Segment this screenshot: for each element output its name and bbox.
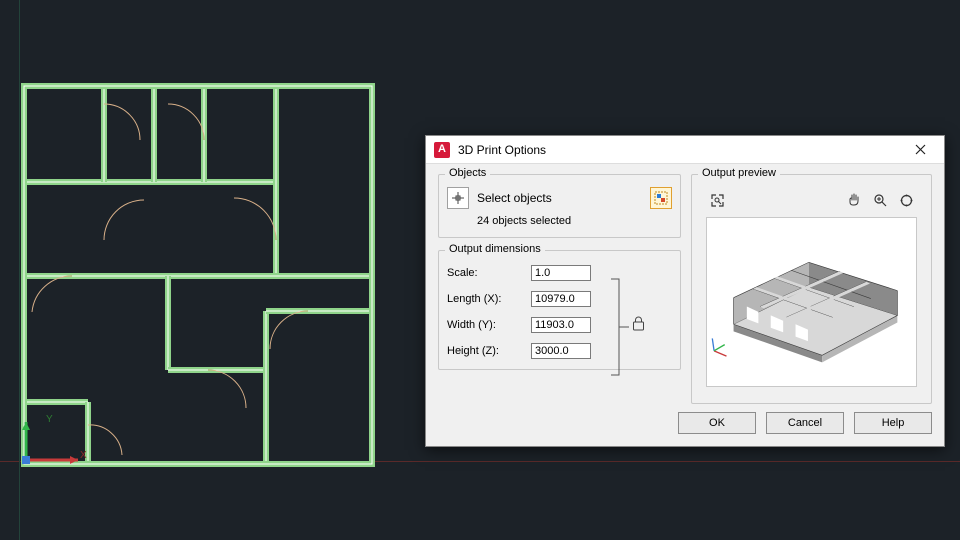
dimensions-lock-button[interactable] [631, 315, 646, 334]
selection-count: 24 objects selected [477, 215, 672, 227]
ucs-origin-gizmo: X Y [18, 418, 98, 481]
ok-button[interactable]: OK [678, 412, 756, 434]
ucs-x-label: X [80, 450, 87, 461]
length-input[interactable] [531, 291, 591, 307]
quick-select-button[interactable] [650, 187, 672, 209]
width-input[interactable] [531, 317, 591, 333]
dialog-title: 3D Print Options [458, 143, 546, 157]
height-input[interactable] [531, 343, 591, 359]
output-preview-title: Output preview [698, 167, 780, 179]
pan-button[interactable] [843, 189, 865, 211]
width-label: Width (Y): [447, 319, 531, 331]
dialog-titlebar[interactable]: A 3D Print Options [426, 136, 944, 164]
output-preview-group: Output preview [691, 174, 932, 404]
zoom-extents-button[interactable] [706, 189, 728, 211]
output-preview-canvas[interactable]: .ftop{ } .f1 { fill:#b6b6b6; } .f2 { fil… [706, 217, 917, 387]
output-dimensions-title: Output dimensions [445, 243, 545, 255]
height-label: Height (Z): [447, 345, 531, 357]
objects-group-title: Objects [445, 167, 490, 179]
scale-label: Scale: [447, 267, 531, 279]
app-badge-icon: A [434, 142, 450, 158]
select-objects-button[interactable] [447, 187, 469, 209]
close-icon[interactable] [902, 140, 938, 160]
objects-group: Objects Select objects [438, 174, 681, 238]
floor-plan-drawing[interactable]: .wall { fill:none; stroke:#8fd48a; strok… [18, 80, 378, 470]
orbit-button[interactable] [895, 189, 917, 211]
scale-input[interactable] [531, 265, 591, 281]
ucs-y-label: Y [46, 414, 53, 425]
output-dimensions-group: Output dimensions Scale: Length (X): Wid… [438, 250, 681, 370]
length-label: Length (X): [447, 293, 531, 305]
cancel-button[interactable]: Cancel [766, 412, 844, 434]
zoom-button[interactable] [869, 189, 891, 211]
3d-print-options-dialog: A 3D Print Options Objects S [425, 135, 945, 447]
help-button[interactable]: Help [854, 412, 932, 434]
select-objects-label: Select objects [477, 191, 552, 205]
